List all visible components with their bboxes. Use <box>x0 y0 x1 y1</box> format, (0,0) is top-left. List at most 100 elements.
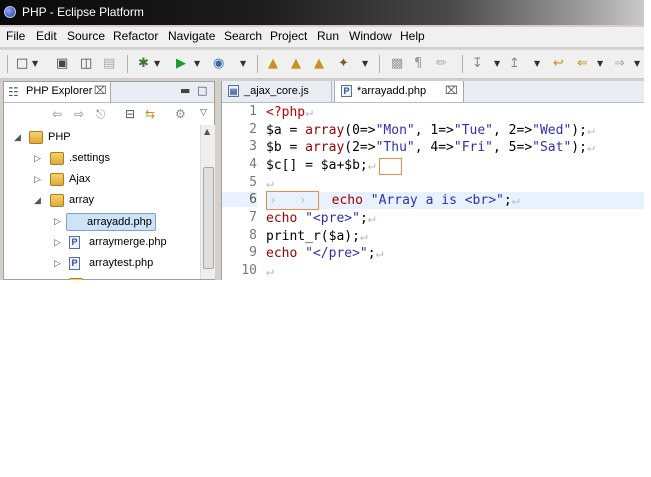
editor-tab-label: _ajax_core.js <box>244 85 309 97</box>
wand-icon[interactable]: ✦ <box>338 56 349 72</box>
wand-dropdown-icon[interactable]: ▼ <box>362 56 368 72</box>
up-folder-icon[interactable]: ⎋ <box>96 107 106 122</box>
folder-icon <box>69 278 83 280</box>
menu-search[interactable]: Search <box>224 29 262 43</box>
show-whitespace-icon[interactable]: ¶ <box>414 56 422 72</box>
explorer-scrollbar[interactable]: ▲ <box>200 125 215 279</box>
toggle-block-icon[interactable]: ▩ <box>391 56 403 72</box>
back-dropdown-icon[interactable]: ▼ <box>597 56 603 72</box>
menu-window[interactable]: Window <box>349 29 392 43</box>
close-icon[interactable]: ⌧ <box>94 84 107 97</box>
debug-icon[interactable]: ✱ <box>138 56 149 72</box>
keyword-array: array <box>305 140 345 155</box>
maximize-icon[interactable]: □ <box>197 84 207 97</box>
run-dropdown-icon[interactable]: ▼ <box>194 56 200 72</box>
tree-item-arraymerge[interactable]: ▷ P arraymerge.php <box>54 234 194 252</box>
tree-item-array[interactable]: ◢ array <box>34 192 194 210</box>
eol-marker: ↵ <box>367 211 376 226</box>
string-literal: "Tue" <box>453 123 494 138</box>
tree-item-arrayadd[interactable]: ▷ P arrayadd.php <box>54 213 194 231</box>
previous-annotation-dropdown-icon[interactable]: ▼ <box>534 56 540 72</box>
php-file-icon: P <box>69 257 80 270</box>
code-token: , 5=> <box>493 140 533 155</box>
php-file-icon: P <box>69 236 80 249</box>
view-menu-icon[interactable]: ▽ <box>200 108 207 118</box>
new-icon[interactable]: □ <box>16 56 28 72</box>
forward-icon[interactable]: ⇒ <box>614 56 625 72</box>
collapsed-icon[interactable]: ▷ <box>34 174 41 185</box>
code-token: , 1=> <box>414 123 454 138</box>
tab-arrayadd-php[interactable]: P *arrayadd.php ⌧ <box>334 81 464 102</box>
code-line-10: ↵ <box>266 263 274 280</box>
line-number: 9 <box>249 245 257 260</box>
scrollbar-thumb[interactable] <box>203 167 214 269</box>
menu-file[interactable]: File <box>6 29 25 43</box>
menu-navigate[interactable]: Navigate <box>168 29 215 43</box>
collapsed-icon[interactable]: ▷ <box>34 153 41 164</box>
back-arrow-icon[interactable]: ⇦ <box>52 107 62 121</box>
collapse-all-icon[interactable]: ⊟ <box>125 107 135 121</box>
line-number: 3 <box>249 139 257 154</box>
menu-edit[interactable]: Edit <box>36 29 57 43</box>
string-literal: "<pre>" <box>305 211 360 226</box>
code-line-9: echo "</pre>";↵ <box>266 245 383 262</box>
expanded-icon[interactable]: ◢ <box>34 195 41 206</box>
next-annotation-icon[interactable]: ↧ <box>472 56 483 72</box>
filter-icon[interactable]: ⚙ <box>175 107 186 121</box>
new-dropdown-icon[interactable]: ▼ <box>32 56 38 72</box>
line-number: 10 <box>241 263 257 278</box>
code-line-2: $a = array(0=>"Mon", 1=>"Tue", 2=>"Wed")… <box>266 122 595 139</box>
php-file-icon: P <box>341 85 352 97</box>
tree-item-php-project[interactable]: ◢ PHP <box>14 129 194 147</box>
last-edit-location-icon[interactable]: ↩ <box>553 56 564 72</box>
previous-annotation-icon[interactable]: ↥ <box>509 56 520 72</box>
editor-body[interactable]: 1 2 3 4 5 6 7 8 9 10 <?php↵ $a = array(0… <box>222 103 644 280</box>
menu-source[interactable]: Source <box>67 29 105 43</box>
eol-marker: ↵ <box>511 193 520 208</box>
debug-dropdown-icon[interactable]: ▼ <box>154 56 160 72</box>
collapsed-icon[interactable]: ▷ <box>54 258 61 269</box>
forward-arrow-icon[interactable]: ⇨ <box>74 107 84 121</box>
external-tools-icon[interactable]: ◉ <box>213 56 224 72</box>
open-folder-icon[interactable]: ▲ <box>291 56 301 72</box>
external-tools-dropdown-icon[interactable]: ▼ <box>240 56 246 72</box>
close-icon[interactable]: ⌧ <box>445 84 458 97</box>
back-icon[interactable]: ⇐ <box>577 56 588 72</box>
menu-project[interactable]: Project <box>270 29 307 43</box>
main-toolbar: □ ▼ ▣ ◫ ▤ ✱ ▼ ▶ ▼ ◉ ▼ ▲ ▲ ▲ ✦ ▼ ▩ ¶ ✏ ↧ … <box>0 49 644 79</box>
tree-item-settings[interactable]: ▷ .settings <box>34 150 194 168</box>
highlight-icon[interactable]: ✏ <box>436 56 447 72</box>
scroll-up-icon[interactable]: ▲ <box>204 127 210 136</box>
print-icon[interactable]: ▤ <box>103 56 115 72</box>
collapsed-icon[interactable]: ▷ <box>54 237 61 248</box>
new-folder-icon[interactable]: ▲ <box>314 56 324 72</box>
menu-refactor[interactable]: Refactor <box>113 29 158 43</box>
tree-item-ajax[interactable]: ▷ Ajax <box>34 171 194 189</box>
editor-tab-bar: ▤ _ajax_core.js P *arrayadd.php ⌧ <box>222 81 644 103</box>
save-all-icon[interactable]: ◫ <box>80 56 92 72</box>
toolbar-grip <box>7 55 8 73</box>
folder-icon <box>50 194 64 207</box>
collapsed-icon[interactable]: ▷ <box>54 216 61 227</box>
save-icon[interactable]: ▣ <box>56 56 68 72</box>
tab-php-explorer[interactable]: ☷ PHP Explorer ⌧ <box>4 82 111 102</box>
line-number: 1 <box>249 104 257 119</box>
eol-marker: ↵ <box>266 264 274 279</box>
menu-help[interactable]: Help <box>400 29 425 43</box>
link-with-editor-icon[interactable]: ⇆ <box>145 107 155 121</box>
tree-item-label: array <box>69 194 95 206</box>
code-token: ); <box>571 140 587 155</box>
menu-run[interactable]: Run <box>317 29 339 43</box>
tree-item-label: PHP <box>48 131 71 143</box>
expanded-icon[interactable]: ◢ <box>14 132 21 143</box>
run-icon[interactable]: ▶ <box>176 56 186 72</box>
code-area[interactable]: <?php↵ $a = array(0=>"Mon", 1=>"Tue", 2=… <box>266 103 644 280</box>
tree-item-arraytest[interactable]: ▷ P arraytest.php <box>54 255 194 273</box>
annotation-box <box>379 158 402 175</box>
tab-ajax-core-js[interactable]: ▤ _ajax_core.js <box>222 81 332 102</box>
string-literal: "</pre>" <box>305 246 368 261</box>
forward-dropdown-icon[interactable]: ▼ <box>634 56 640 72</box>
new-php-project-icon[interactable]: ▲ <box>268 56 278 72</box>
minimize-icon[interactable]: ▬ <box>180 84 190 97</box>
next-annotation-dropdown-icon[interactable]: ▼ <box>494 56 500 72</box>
